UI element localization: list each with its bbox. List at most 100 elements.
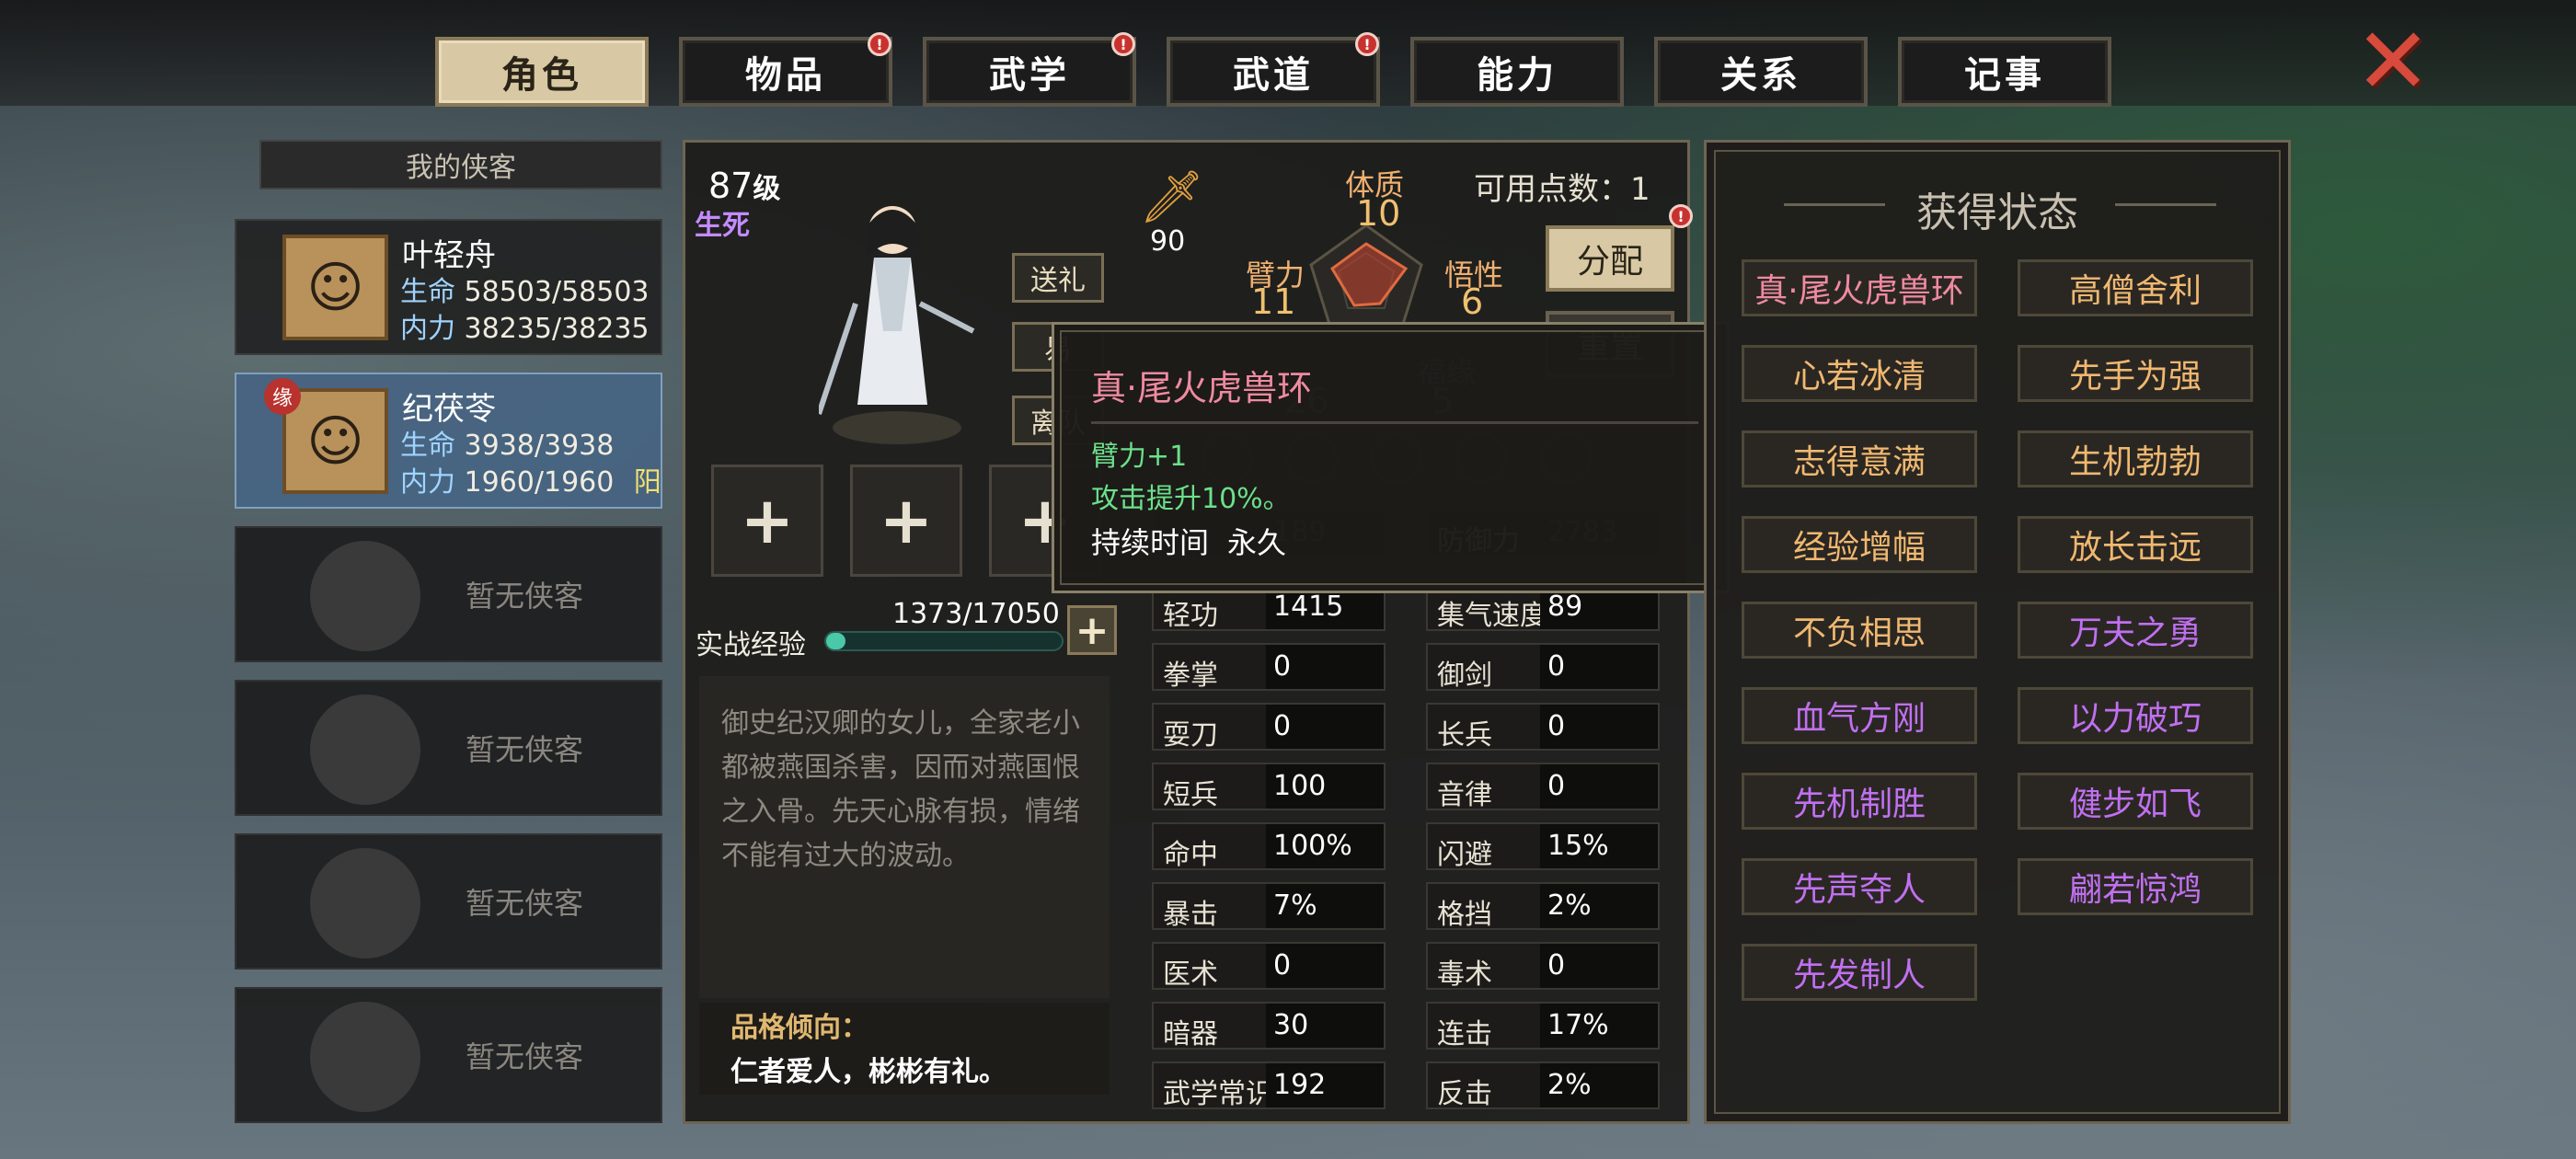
exp-label: 实战经验 bbox=[696, 629, 806, 661]
stat-value: 0 bbox=[1540, 645, 1658, 689]
tab-4[interactable]: 能力 bbox=[1410, 37, 1624, 107]
fate-badge: 缘 bbox=[264, 378, 301, 415]
stat-label: 短兵 bbox=[1163, 779, 1218, 811]
status-item[interactable]: 翩若惊鸿 bbox=[2018, 858, 2253, 915]
trait-text: 仁者爱人，彬彬有礼。 bbox=[730, 1056, 1006, 1088]
tooltip-effect-2: 攻击提升10%。 bbox=[1091, 483, 1291, 515]
gift-button[interactable]: 送礼 bbox=[1012, 253, 1104, 303]
status-item[interactable]: 生机勃勃 bbox=[2018, 430, 2253, 488]
stat-right: 御剑 0 bbox=[1426, 643, 1660, 692]
status-item[interactable]: 以力破巧 bbox=[2018, 687, 2253, 744]
status-item[interactable]: 经验增幅 bbox=[1742, 516, 1977, 573]
stat-label: 武学常识 bbox=[1163, 1078, 1273, 1110]
stat-label: 闪避 bbox=[1437, 839, 1492, 871]
silhouette-icon bbox=[310, 848, 420, 958]
alert-icon: ! bbox=[1111, 32, 1135, 56]
status-item[interactable]: 先手为强 bbox=[2018, 345, 2253, 402]
tab-0[interactable]: 角色 bbox=[435, 37, 649, 107]
available-points: 可用点数：1 bbox=[1474, 171, 1650, 208]
sword-emblem-icon: 🗡 bbox=[1139, 167, 1205, 227]
status-item[interactable]: 真·尾火虎兽环 bbox=[1742, 259, 1977, 316]
tab-6[interactable]: 记事 bbox=[1898, 37, 2111, 107]
stat-value: 30 bbox=[1266, 1004, 1384, 1048]
stat-label: 御剑 bbox=[1437, 660, 1492, 692]
hero-hp: 生命 58503/58503 bbox=[400, 276, 650, 308]
attr-value-wuxing: 6 bbox=[1461, 281, 1484, 322]
status-item[interactable]: 先发制人 bbox=[1742, 944, 1977, 1001]
status-item[interactable]: 先机制胜 bbox=[1742, 773, 1977, 830]
stat-left: 暴击 7% bbox=[1152, 882, 1386, 931]
tooltip-title: 真·尾火虎兽环 bbox=[1091, 368, 1313, 408]
stat-label: 集气速度 bbox=[1437, 600, 1547, 632]
stat-label: 命中 bbox=[1163, 839, 1218, 871]
stat-value: 192 bbox=[1266, 1063, 1384, 1107]
stat-label: 长兵 bbox=[1437, 719, 1492, 752]
status-panel-title: 获得状态 bbox=[1916, 189, 2078, 236]
stat-value: 15% bbox=[1540, 824, 1658, 868]
status-item[interactable]: 心若冰清 bbox=[1742, 345, 1977, 402]
exp-bar-fill bbox=[826, 633, 845, 649]
stat-value: 17% bbox=[1540, 1004, 1658, 1048]
trait-box: 品格倾向： 仁者爱人，彬彬有礼。 bbox=[699, 1003, 1110, 1095]
exp-add-button[interactable]: + bbox=[1067, 605, 1117, 655]
attr-value-bili: 11 bbox=[1251, 281, 1296, 322]
trait-title: 品格倾向： bbox=[730, 1012, 868, 1044]
close-icon[interactable]: ✕ bbox=[2352, 16, 2434, 108]
tooltip-effect-1: 臂力+1 bbox=[1091, 441, 1188, 473]
stat-label: 暗器 bbox=[1163, 1018, 1218, 1050]
attr-value-tizhi: 10 bbox=[1356, 193, 1401, 234]
status-item[interactable]: 血气方刚 bbox=[1742, 687, 1977, 744]
status-item[interactable]: 不负相思 bbox=[1742, 602, 1977, 659]
stat-value: 0 bbox=[1540, 705, 1658, 749]
stat-label: 音律 bbox=[1437, 779, 1492, 811]
silhouette-icon bbox=[310, 1002, 420, 1112]
stat-left: 拳掌 0 bbox=[1152, 643, 1386, 692]
tab-3[interactable]: 武道 bbox=[1167, 37, 1380, 107]
empty-label: 暂无侠客 bbox=[465, 579, 583, 614]
silhouette-icon bbox=[310, 541, 420, 651]
empty-hero-slot[interactable]: 暂无侠客 bbox=[235, 833, 662, 970]
stat-value: 0 bbox=[1540, 944, 1658, 988]
my-heroes-header: 我的侠客 bbox=[259, 140, 662, 189]
empty-hero-slot[interactable]: 暂无侠客 bbox=[235, 987, 662, 1123]
empty-hero-slot[interactable]: 暂无侠客 bbox=[235, 680, 662, 816]
tab-5[interactable]: 关系 bbox=[1654, 37, 1868, 107]
alert-icon: ! bbox=[1355, 32, 1379, 56]
character-bio: 御史纪汉卿的女儿，全家老小都被燕国杀害，因而对燕国恨之入骨。先天心脉有损，情绪不… bbox=[699, 676, 1110, 998]
exp-bar bbox=[824, 631, 1064, 651]
stat-right: 长兵 0 bbox=[1426, 703, 1660, 752]
status-item[interactable]: 高僧舍利 bbox=[2018, 259, 2253, 316]
empty-hero-slot[interactable]: 暂无侠客 bbox=[235, 526, 662, 662]
stat-label: 连击 bbox=[1437, 1018, 1492, 1050]
equip-slot-weapon[interactable]: + bbox=[711, 465, 823, 577]
stat-label: 耍刀 bbox=[1163, 719, 1218, 752]
exp-value: 1373/17050 bbox=[892, 598, 1060, 630]
empty-label: 暂无侠客 bbox=[465, 1039, 583, 1074]
stat-left: 武学常识 192 bbox=[1152, 1061, 1386, 1110]
stat-label: 拳掌 bbox=[1163, 660, 1218, 692]
assign-button[interactable]: 分配 bbox=[1546, 225, 1674, 292]
status-item[interactable]: 健步如飞 bbox=[2018, 773, 2253, 830]
status-item[interactable]: 放长击远 bbox=[2018, 516, 2253, 573]
hero-tag: 阳 bbox=[633, 466, 661, 499]
stat-value: 0 bbox=[1266, 944, 1384, 988]
status-item[interactable]: 万夫之勇 bbox=[2018, 602, 2253, 659]
hero-hp: 生命 3938/3938 bbox=[400, 430, 615, 462]
tooltip-duration: 持续时间 永久 bbox=[1091, 525, 1287, 560]
hero-card-ye[interactable]: ☺ 叶轻舟 生命 58503/58503 内力 38235/38235 bbox=[235, 219, 662, 355]
alert-icon: ! bbox=[1669, 204, 1693, 228]
stat-right: 连击 17% bbox=[1426, 1002, 1660, 1050]
stat-left: 暗器 30 bbox=[1152, 1002, 1386, 1050]
stat-right: 闪避 15% bbox=[1426, 822, 1660, 871]
alert-icon: ! bbox=[868, 32, 891, 56]
stat-left: 医术 0 bbox=[1152, 942, 1386, 991]
status-item[interactable]: 先声夺人 bbox=[1742, 858, 1977, 915]
stat-value: 7% bbox=[1266, 884, 1384, 928]
status-item[interactable]: 志得意满 bbox=[1742, 430, 1977, 488]
tab-2[interactable]: 武学 bbox=[923, 37, 1136, 107]
equip-slot-armor[interactable]: + bbox=[850, 465, 962, 577]
empty-label: 暂无侠客 bbox=[465, 886, 583, 921]
stat-label: 反击 bbox=[1437, 1078, 1492, 1110]
hero-card-ji[interactable]: ☺ 缘 纪茯苓 生命 3938/3938 内力 1960/1960 阳 bbox=[235, 373, 662, 509]
tab-1[interactable]: 物品 bbox=[679, 37, 892, 107]
